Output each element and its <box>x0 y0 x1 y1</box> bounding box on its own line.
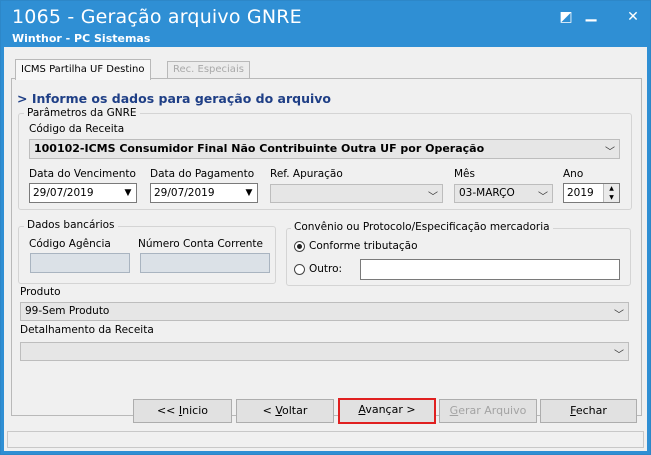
ref-apuracao-label: Ref. Apuração <box>270 168 343 180</box>
tab-rec-especiais[interactable]: Rec. Especiais <box>167 61 250 78</box>
ref-apuracao-select[interactable]: ﹀ <box>270 184 443 203</box>
mes-select[interactable]: 03-MARÇO ﹀ <box>454 184 553 203</box>
data-vencimento-label: Data do Vencimento <box>29 168 136 180</box>
codigo-receita-value: 100102-ICMS Consumidor Final Não Contrib… <box>34 142 485 155</box>
spin-up-icon[interactable]: ▲ <box>603 184 619 193</box>
outro-radio[interactable] <box>294 264 305 275</box>
ano-value: 2019 <box>567 187 594 199</box>
dados-bancarios-label: Dados bancários <box>24 219 118 231</box>
avancar-button[interactable]: Avançar > <box>338 398 436 424</box>
mes-label: Mês <box>454 168 475 180</box>
status-bar <box>7 431 644 448</box>
close-icon[interactable]: ✕ <box>623 8 643 26</box>
spin-down-icon[interactable]: ▼ <box>603 193 619 202</box>
parametros-group-label: Parâmetros da GNRE <box>24 107 140 119</box>
convenio-group-label: Convênio ou Protocolo/Especificação merc… <box>291 221 553 233</box>
chevron-down-icon: ﹀ <box>614 310 624 321</box>
client-area: ICMS Partilha UF Destino Rec. Especiais … <box>4 47 647 451</box>
calendar-dropdown-icon[interactable]: ▼ <box>241 184 257 202</box>
minimize-icon[interactable]: ▁ <box>581 5 601 23</box>
restore-icon[interactable]: ◩ <box>556 8 576 26</box>
ano-spinner[interactable]: 2019 ▲ ▼ <box>563 183 620 203</box>
inicio-button[interactable]: << Inicio <box>133 399 232 423</box>
page-heading: > Informe os dados para geração do arqui… <box>17 91 332 106</box>
window-title: 1065 - Geração arquivo GNRE <box>12 6 302 28</box>
title-bar[interactable]: 1065 - Geração arquivo GNRE Winthor - PC… <box>1 1 650 47</box>
codigo-receita-label: Código da Receita <box>29 123 125 135</box>
app-window: 1065 - Geração arquivo GNRE Winthor - PC… <box>0 0 651 455</box>
gerar-arquivo-button[interactable]: Gerar Arquivo <box>439 399 537 423</box>
data-pagamento-value: 29/07/2019 <box>154 187 215 199</box>
conforme-tributacao-label[interactable]: Conforme tributação <box>309 240 418 252</box>
detalhamento-select[interactable]: ﹀ <box>20 342 629 361</box>
calendar-dropdown-icon[interactable]: ▼ <box>120 184 136 202</box>
mes-value: 03-MARÇO <box>459 187 515 199</box>
numero-conta-field[interactable] <box>140 253 270 273</box>
codigo-agencia-label: Código Agência <box>29 238 111 250</box>
chevron-down-icon: ﹀ <box>605 147 615 158</box>
data-pagamento-field[interactable]: 29/07/2019 ▼ <box>150 183 258 203</box>
chevron-down-icon: ﹀ <box>538 192 548 203</box>
conforme-tributacao-radio[interactable] <box>294 241 305 252</box>
voltar-button[interactable]: < Voltar <box>236 399 334 423</box>
produto-select[interactable]: 99-Sem Produto ﹀ <box>20 302 629 321</box>
codigo-receita-select[interactable]: 100102-ICMS Consumidor Final Não Contrib… <box>29 139 620 159</box>
detalhamento-label: Detalhamento da Receita <box>20 324 154 336</box>
numero-conta-label: Número Conta Corrente <box>138 238 264 250</box>
chevron-down-icon: ﹀ <box>614 350 624 361</box>
fechar-button[interactable]: Fechar <box>540 399 637 423</box>
codigo-agencia-field[interactable] <box>30 253 130 273</box>
produto-value: 99-Sem Produto <box>25 305 110 317</box>
ano-label: Ano <box>563 168 584 180</box>
data-pagamento-label: Data do Pagamento <box>150 168 255 180</box>
data-vencimento-field[interactable]: 29/07/2019 ▼ <box>29 183 137 203</box>
window-subtitle: Winthor - PC Sistemas <box>12 32 151 45</box>
outro-input[interactable] <box>360 259 620 280</box>
outro-label[interactable]: Outro: <box>309 263 342 275</box>
tab-icms-partilha[interactable]: ICMS Partilha UF Destino <box>15 59 151 80</box>
produto-label: Produto <box>20 286 61 298</box>
chevron-down-icon: ﹀ <box>428 192 438 203</box>
data-vencimento-value: 29/07/2019 <box>33 187 94 199</box>
